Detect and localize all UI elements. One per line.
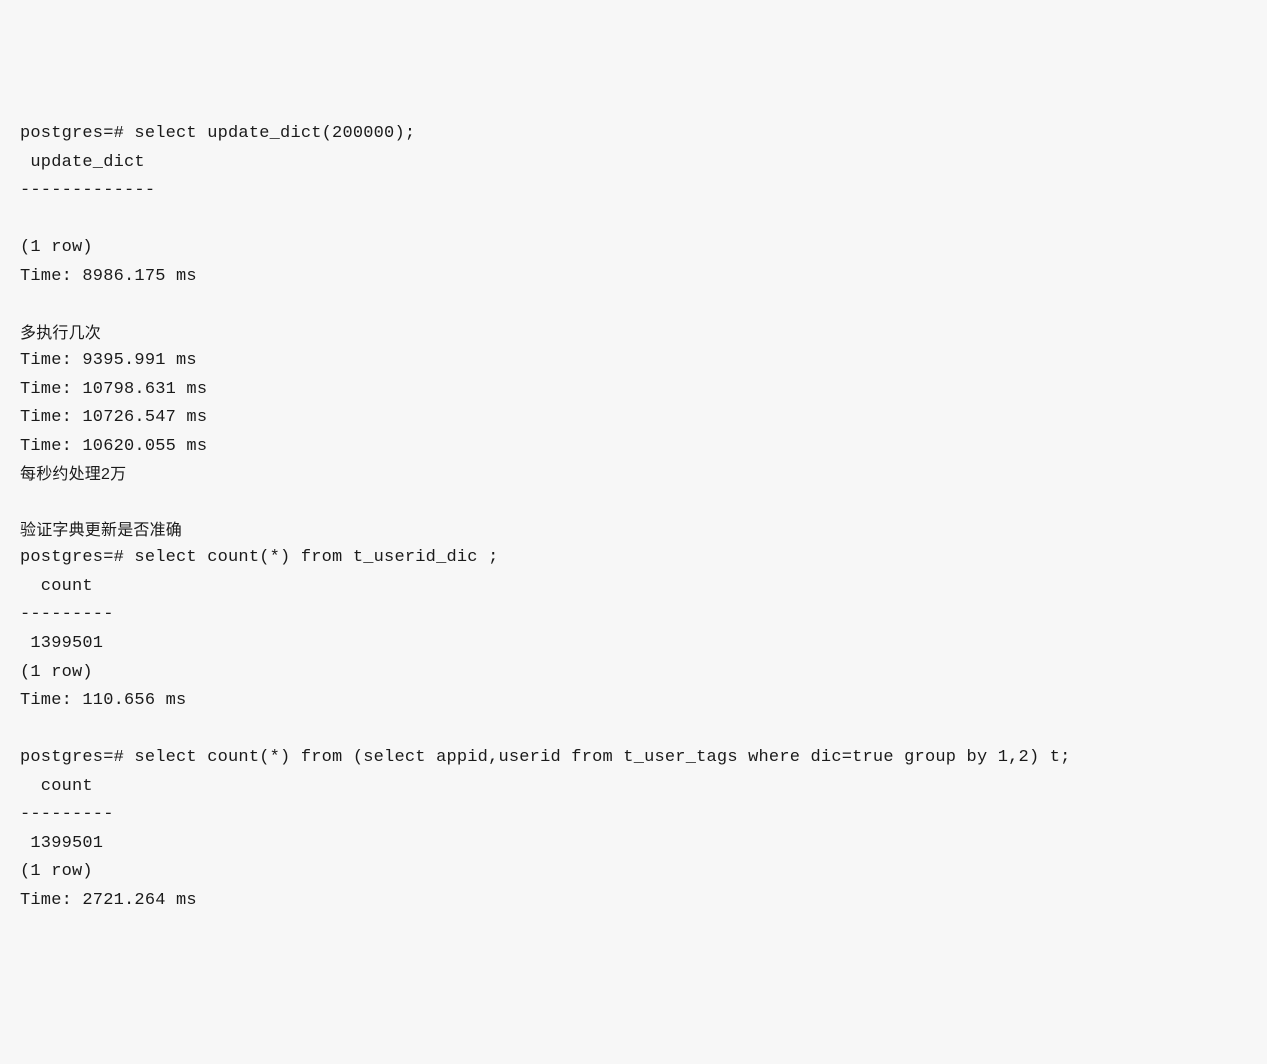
code-line: count [20,573,1247,602]
code-line: count [20,773,1247,802]
code-line: Time: 10620.055 ms [20,433,1247,462]
comment-line: 每秒约处理2万 [20,461,1247,488]
code-line [20,716,1247,745]
code-line [20,291,1247,320]
code-line [20,489,1247,518]
code-line: Time: 2721.264 ms [20,887,1247,916]
code-line: Time: 10798.631 ms [20,376,1247,405]
comment-line: 验证字典更新是否准确 [20,517,1247,544]
code-line: --------- [20,801,1247,830]
terminal-output: postgres=# select update_dict(200000); u… [20,120,1247,915]
code-line: postgres=# select count(*) from (select … [20,744,1247,773]
code-line: --------- [20,601,1247,630]
code-line: Time: 110.656 ms [20,687,1247,716]
code-line: 1399501 [20,630,1247,659]
comment-line: 多执行几次 [20,320,1247,347]
code-line [20,206,1247,235]
code-line: update_dict [20,149,1247,178]
code-line: Time: 10726.547 ms [20,404,1247,433]
code-line: (1 row) [20,659,1247,688]
code-line: postgres=# select update_dict(200000); [20,120,1247,149]
code-line: 1399501 [20,830,1247,859]
code-line: ------------- [20,177,1247,206]
code-line: Time: 8986.175 ms [20,263,1247,292]
code-line: postgres=# select count(*) from t_userid… [20,544,1247,573]
code-line: (1 row) [20,858,1247,887]
code-line: Time: 9395.991 ms [20,347,1247,376]
code-line: (1 row) [20,234,1247,263]
